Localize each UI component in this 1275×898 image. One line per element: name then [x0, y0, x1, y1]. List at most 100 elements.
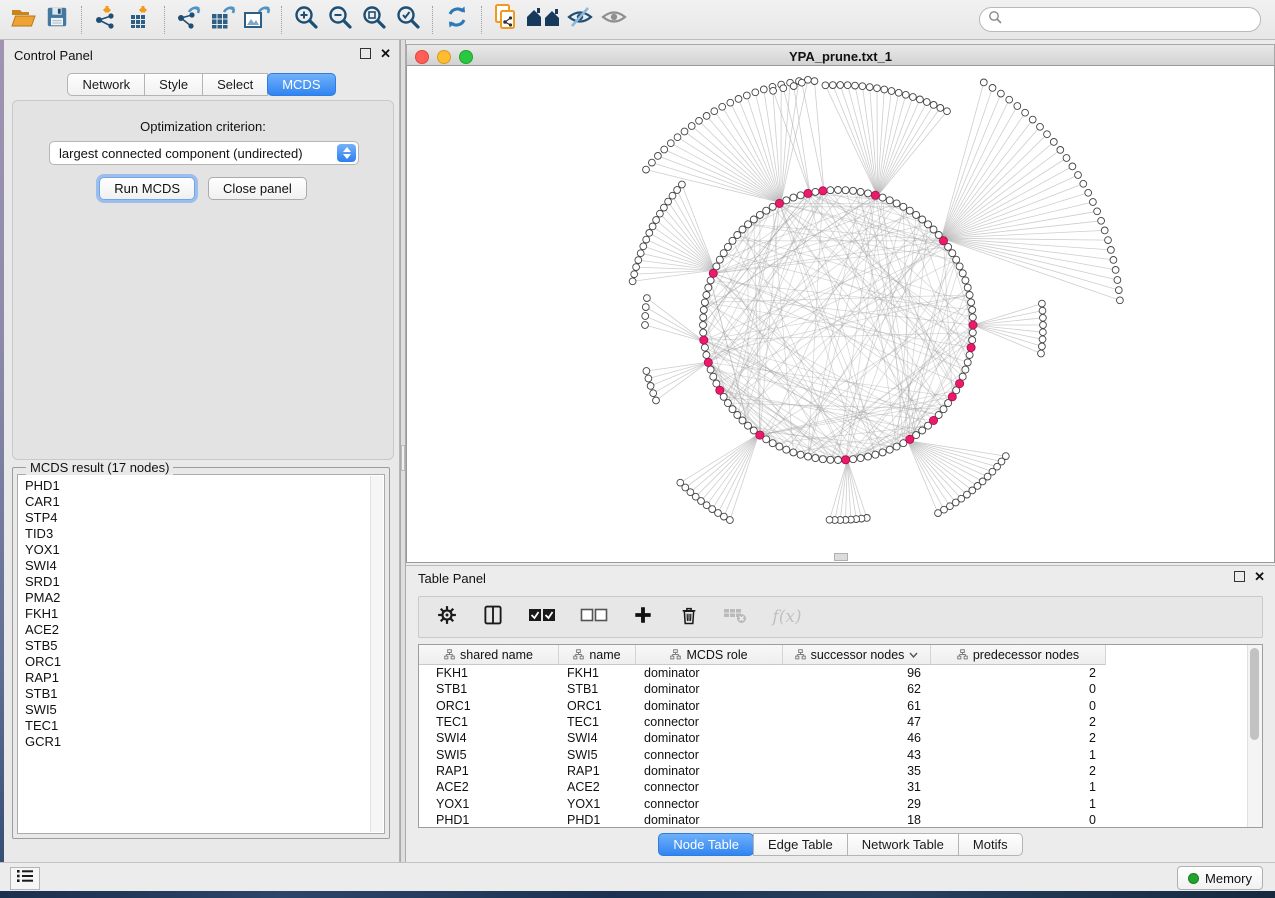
table-scrollbar[interactable]: [1247, 645, 1262, 827]
cell: 61: [783, 699, 931, 713]
mcds-result-item[interactable]: TID3: [25, 526, 384, 542]
mcds-result-item[interactable]: PMA2: [25, 590, 384, 606]
open-file-button[interactable]: [6, 4, 40, 36]
dropdown-stepper-icon: [337, 144, 356, 162]
mcds-result-item[interactable]: CAR1: [25, 494, 384, 510]
splitter-handle[interactable]: [401, 445, 405, 471]
show-hidden-button[interactable]: [597, 4, 631, 36]
zoom-fit-button[interactable]: [357, 4, 391, 36]
canvas-resize-handle[interactable]: [834, 553, 848, 561]
mcds-result-item[interactable]: SWI5: [25, 702, 384, 718]
tab-node-table[interactable]: Node Table: [658, 833, 754, 856]
table-row[interactable]: YOX1YOX1connector291: [419, 795, 1248, 811]
cell: 18: [783, 813, 931, 827]
tab-edge-table[interactable]: Edge Table: [753, 833, 848, 856]
column-header-successor-nodes[interactable]: successor nodes: [783, 645, 931, 665]
cell: dominator: [636, 682, 783, 696]
cell: 2: [931, 764, 1106, 778]
table-row[interactable]: FKH1FKH1dominator962: [419, 665, 1248, 681]
run-mcds-button[interactable]: Run MCDS: [99, 177, 195, 200]
cell: YOX1: [559, 797, 636, 811]
import-network-button[interactable]: [89, 4, 123, 36]
column-header-MCDS-role[interactable]: MCDS role: [636, 645, 783, 665]
mcds-result-list[interactable]: PHD1CAR1STP4TID3YOX1SWI4SRD1PMA2FKH1ACE2…: [17, 474, 385, 834]
mcds-result-item[interactable]: SWI4: [25, 558, 384, 574]
close-panel-button[interactable]: Close panel: [208, 177, 307, 200]
search-input[interactable]: [1003, 11, 1260, 28]
table-row[interactable]: ORC1ORC1dominator610: [419, 698, 1248, 714]
delete-table-button[interactable]: [723, 605, 747, 629]
magnifier-check-icon: [395, 4, 421, 35]
tab-mcds[interactable]: MCDS: [267, 73, 335, 96]
export-table-button[interactable]: [206, 4, 240, 36]
cell: PHD1: [559, 813, 636, 827]
table-row[interactable]: SWI5SWI5connector431: [419, 746, 1248, 762]
mcds-result-item[interactable]: FKH1: [25, 606, 384, 622]
export-image-button[interactable]: [240, 4, 274, 36]
network-graph[interactable]: [407, 66, 1274, 561]
mcds-result-item[interactable]: STB5: [25, 638, 384, 654]
delete-column-button[interactable]: [677, 605, 701, 629]
mcds-list-scrollbar[interactable]: [370, 476, 383, 832]
houses-icon: [525, 5, 561, 34]
column-header-shared-name[interactable]: shared name: [419, 645, 559, 665]
zoom-in-button[interactable]: [289, 4, 323, 36]
mcds-result-item[interactable]: ACE2: [25, 622, 384, 638]
tab-network-table[interactable]: Network Table: [847, 833, 959, 856]
select-all-button[interactable]: [527, 605, 557, 629]
table-row[interactable]: RAP1RAP1dominator352: [419, 763, 1248, 779]
cell: 1: [931, 797, 1106, 811]
cell: FKH1: [559, 666, 636, 680]
zoom-out-button[interactable]: [323, 4, 357, 36]
memory-button[interactable]: Memory: [1177, 866, 1263, 890]
mcds-result-item[interactable]: YOX1: [25, 542, 384, 558]
tab-network[interactable]: Network: [67, 73, 145, 96]
column-header-predecessor-nodes[interactable]: predecessor nodes: [931, 645, 1106, 665]
mcds-result-item[interactable]: GCR1: [25, 734, 384, 750]
table-row[interactable]: STB1STB1dominator620: [419, 681, 1248, 697]
close-panel-icon[interactable]: ✕: [380, 48, 391, 59]
table-row[interactable]: ACE2ACE2connector311: [419, 779, 1248, 795]
mcds-result-item[interactable]: TEC1: [25, 718, 384, 734]
table-row[interactable]: TEC1TEC1connector472: [419, 714, 1248, 730]
import-table-button[interactable]: [123, 4, 157, 36]
create-column-button[interactable]: [631, 605, 655, 629]
function-builder-button[interactable]: f(x): [769, 605, 805, 629]
zoom-selected-button[interactable]: [391, 4, 425, 36]
column-header-name[interactable]: name: [559, 645, 636, 665]
mcds-result-item[interactable]: STP4: [25, 510, 384, 526]
network-canvas[interactable]: [406, 66, 1275, 563]
tab-motifs[interactable]: Motifs: [958, 833, 1023, 856]
deselect-all-button[interactable]: [579, 605, 609, 629]
cell: 96: [783, 666, 931, 680]
table-row[interactable]: PHD1PHD1dominator180: [419, 812, 1248, 828]
float-panel-icon[interactable]: [360, 48, 371, 59]
table-panel: Table Panel ✕ f(x) shared namenameMCDS r…: [406, 565, 1275, 858]
refresh-view-button[interactable]: [440, 4, 474, 36]
mcds-result-item[interactable]: SRD1: [25, 574, 384, 590]
task-history-button[interactable]: [10, 867, 40, 890]
cell: FKH1: [419, 666, 559, 680]
tab-style[interactable]: Style: [144, 73, 203, 96]
close-panel-icon[interactable]: ✕: [1254, 571, 1265, 582]
save-session-button[interactable]: [40, 4, 74, 36]
hide-selected-button[interactable]: [563, 4, 597, 36]
show-columns-button[interactable]: [481, 605, 505, 629]
node-table: shared namenameMCDS rolesuccessor nodesp…: [418, 644, 1263, 828]
memory-status-icon: [1188, 873, 1199, 884]
table-settings-button[interactable]: [435, 605, 459, 629]
home-networks-button[interactable]: [523, 4, 563, 36]
mcds-result-item[interactable]: STB1: [25, 686, 384, 702]
optimization-criterion-select[interactable]: largest connected component (undirected): [49, 141, 359, 165]
export-network-button[interactable]: [172, 4, 206, 36]
mcds-result-item[interactable]: ORC1: [25, 654, 384, 670]
tab-select[interactable]: Select: [202, 73, 268, 96]
table-scrollbar-thumb[interactable]: [1250, 648, 1259, 740]
cell: 0: [931, 813, 1106, 827]
table-row[interactable]: SWI4SWI4dominator462: [419, 730, 1248, 746]
mcds-result-item[interactable]: RAP1: [25, 670, 384, 686]
network-view-window: YPA_prune.txt_1: [406, 44, 1275, 563]
clone-network-button[interactable]: [489, 4, 523, 36]
float-panel-icon[interactable]: [1234, 571, 1245, 582]
mcds-result-item[interactable]: PHD1: [25, 478, 384, 494]
